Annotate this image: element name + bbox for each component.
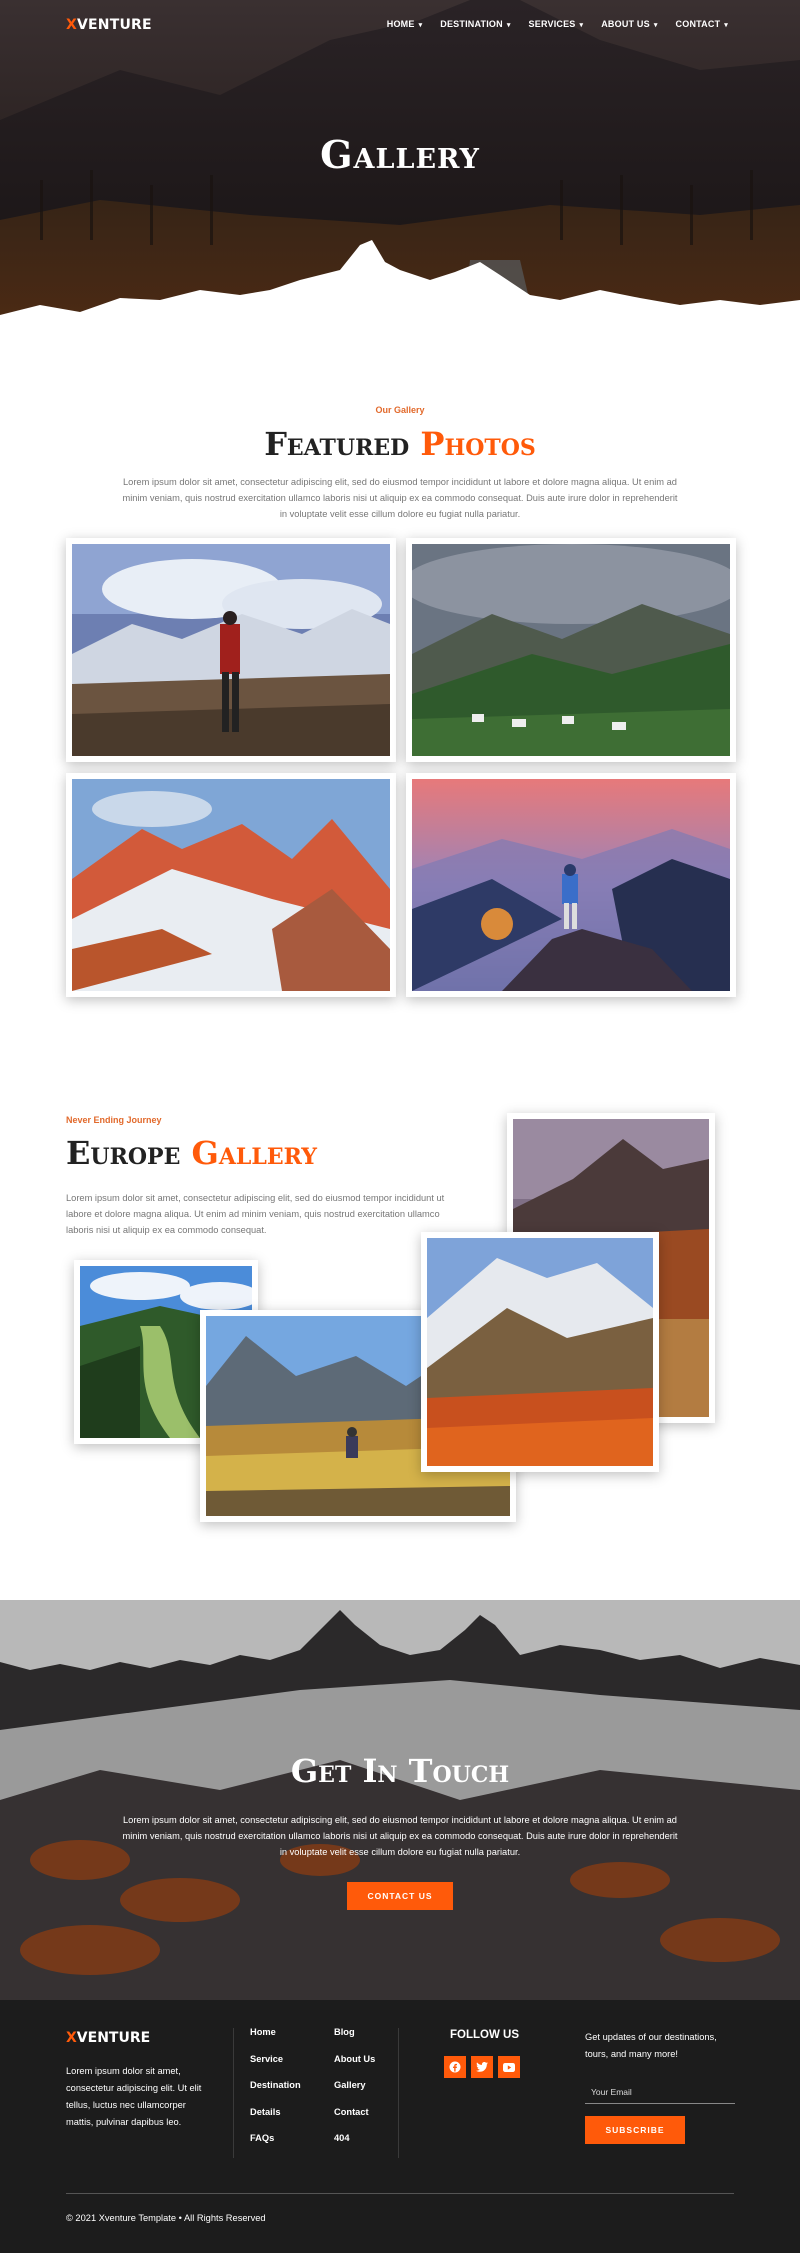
nav-item-destination[interactable]: DESTINATION ▾: [440, 19, 510, 29]
contact-mountain-background: [0, 1600, 800, 2000]
contact-description: Lorem ipsum dolor sit amet, consectetur …: [122, 1815, 678, 1857]
nav-item-about-us[interactable]: ABOUT US ▾: [601, 19, 657, 29]
footer-link-faqs[interactable]: FAQs: [250, 2132, 301, 2144]
facebook-glyph: [449, 2061, 461, 2073]
featured-eyebrow: Our Gallery: [375, 405, 425, 415]
footer-divider: [398, 2028, 399, 2158]
footer-link-about-us[interactable]: About Us: [334, 2053, 375, 2065]
footer-link-details[interactable]: Details: [250, 2106, 301, 2118]
hero-section: XVENTURE HOME ▾ DESTINATION ▾ SERVICES ▾ AB…: [0, 0, 800, 345]
chevron-down-icon: ▾: [579, 22, 584, 29]
footer-divider-line: [66, 2193, 734, 2194]
gallery-photo-snowy-peaks[interactable]: [66, 773, 396, 997]
contact-us-button[interactable]: CONTACT US: [347, 1882, 453, 1910]
footer-links-col2: Blog About Us Gallery Contact 404: [334, 2026, 375, 2144]
footer-logo[interactable]: XVENTURE: [66, 2030, 150, 2046]
footer-link-home[interactable]: Home: [250, 2026, 301, 2038]
photo-autumn-mountain-image: [427, 1238, 653, 1466]
page-title: Gallery: [320, 132, 480, 177]
footer-about-text: Lorem ipsum dolor sit amet, consectetur …: [66, 2066, 202, 2127]
gallery-photo-hiker-snow[interactable]: [66, 538, 396, 762]
twitter-glyph: [476, 2062, 488, 2072]
nav-item-services[interactable]: SERVICES ▾: [529, 19, 584, 29]
chevron-down-icon: ▾: [653, 22, 658, 29]
copyright-text: © 2021 Xventure Template • All Rights Re…: [66, 2213, 266, 2223]
featured-title: Featured Photos: [264, 425, 536, 463]
page: XVENTURE HOME ▾ DESTINATION ▾ SERVICES ▾ AB…: [0, 0, 800, 2253]
footer-divider: [233, 2028, 234, 2158]
gallery-photo-misty-valley[interactable]: [406, 773, 736, 997]
footer-link-blog[interactable]: Blog: [334, 2026, 375, 2038]
photo-hiker-snow-image: [72, 544, 390, 756]
brand-logo[interactable]: XVENTURE: [66, 17, 152, 33]
photo-misty-valley-image: [412, 779, 730, 991]
chevron-down-icon: ▾: [418, 22, 423, 29]
footer-link-service[interactable]: Service: [250, 2053, 301, 2065]
gallery-photo-alpine-village[interactable]: [406, 538, 736, 762]
europe-title: Europe Gallery: [66, 1134, 317, 1172]
facebook-icon[interactable]: [444, 2056, 466, 2078]
footer-links-col1: Home Service Destination Details FAQs: [250, 2026, 301, 2144]
navbar: XVENTURE HOME ▾ DESTINATION ▾ SERVICES ▾ AB…: [0, 0, 800, 52]
newsletter-text: Get updates of our destinations, tours, …: [585, 2032, 717, 2059]
subscribe-button[interactable]: SUBSCRIBE: [585, 2116, 685, 2144]
contact-title: Get In Touch: [290, 1752, 510, 1790]
email-field[interactable]: [585, 2080, 735, 2104]
main-menu: HOME ▾ DESTINATION ▾ SERVICES ▾ ABOUT US ▾ C…: [387, 19, 728, 29]
europe-eyebrow: Never Ending Journey: [66, 1115, 162, 1125]
europe-photo-autumn-mountain[interactable]: [421, 1232, 659, 1472]
chevron-down-icon: ▾: [724, 22, 728, 29]
footer-link-destination[interactable]: Destination: [250, 2079, 301, 2091]
footer-link-contact[interactable]: Contact: [334, 2106, 375, 2118]
youtube-glyph: [503, 2062, 515, 2072]
photo-alpine-village-image: [412, 544, 730, 756]
photo-snowy-peaks-image: [72, 779, 390, 991]
footer-link-404[interactable]: 404: [334, 2132, 375, 2144]
featured-description: Lorem ipsum dolor sit amet, consectetur …: [122, 477, 678, 519]
nav-item-home[interactable]: HOME ▾: [387, 19, 423, 29]
twitter-icon[interactable]: [471, 2056, 493, 2078]
footer-link-gallery[interactable]: Gallery: [334, 2079, 375, 2091]
youtube-icon[interactable]: [498, 2056, 520, 2078]
contact-section: [0, 1600, 800, 2000]
europe-description: Lorem ipsum dolor sit amet, consectetur …: [66, 1193, 445, 1235]
chevron-down-icon: ▾: [506, 22, 511, 29]
follow-us-heading: FOLLOW US: [450, 2029, 519, 2041]
nav-item-contact[interactable]: CONTACT ▾: [676, 19, 728, 29]
